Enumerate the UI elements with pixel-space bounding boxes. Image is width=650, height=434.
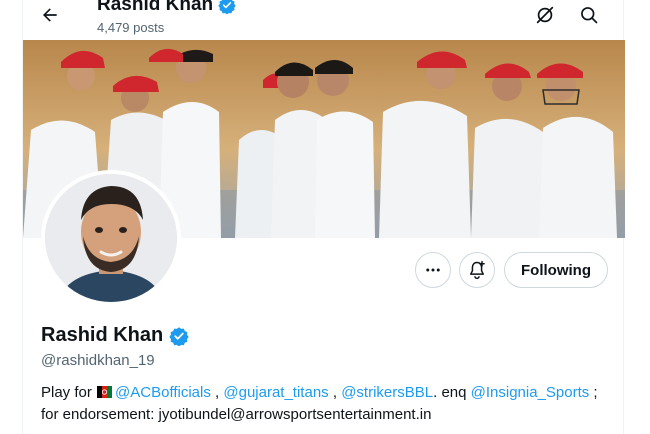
back-button[interactable] — [37, 2, 63, 28]
bio-separator: ; — [589, 384, 598, 401]
bio-separator: , — [328, 384, 342, 401]
header-name: Rashid Khan — [97, 0, 214, 15]
top-nav: Rashid Khan 4,479 posts — [23, 0, 625, 40]
posts-count: 4,479 posts — [97, 20, 165, 35]
verified-badge-icon[interactable] — [169, 326, 189, 346]
profile-avatar[interactable] — [41, 170, 181, 306]
profile-handle: @rashidkhan_19 — [41, 352, 155, 369]
profile-column: Rashid Khan 4,479 posts Following Rashid… — [22, 0, 625, 434]
following-button[interactable]: Following — [504, 252, 608, 288]
grok-slash-icon — [536, 6, 554, 24]
bio-mention-acbofficials[interactable]: @ACBofficials — [115, 384, 211, 401]
avatar-portrait — [45, 174, 177, 302]
grok-button[interactable] — [532, 2, 558, 28]
bio-separator: , — [210, 384, 224, 401]
more-options-button[interactable] — [415, 252, 451, 288]
bio-mention-strikersbbl[interactable]: @strikersBBL — [341, 384, 433, 401]
bio-mention-insignia-sports[interactable]: @Insignia_Sports — [471, 384, 590, 401]
afghanistan-flag-icon — [97, 383, 113, 398]
arrow-left-icon — [43, 8, 57, 22]
bio-separator: . enq — [433, 384, 471, 401]
bio-mention-gujarat-titans[interactable]: @gujarat_titans — [223, 384, 328, 401]
search-icon — [581, 7, 598, 24]
bio-endorsement: for endorsement: jyotibundel@arrowsports… — [41, 406, 432, 423]
bell-plus-icon — [470, 260, 485, 280]
verified-badge-icon — [218, 0, 236, 14]
search-button[interactable] — [576, 2, 602, 28]
notifications-button[interactable] — [459, 252, 495, 288]
profile-name-row: Rashid Khan — [41, 324, 189, 347]
bio-prefix: Play for — [41, 384, 97, 401]
profile-bio: Play for @ACBofficials , @gujarat_titans… — [41, 382, 616, 426]
more-dots-icon — [426, 268, 440, 272]
header-title: Rashid Khan — [97, 0, 236, 16]
profile-name: Rashid Khan — [41, 324, 164, 346]
